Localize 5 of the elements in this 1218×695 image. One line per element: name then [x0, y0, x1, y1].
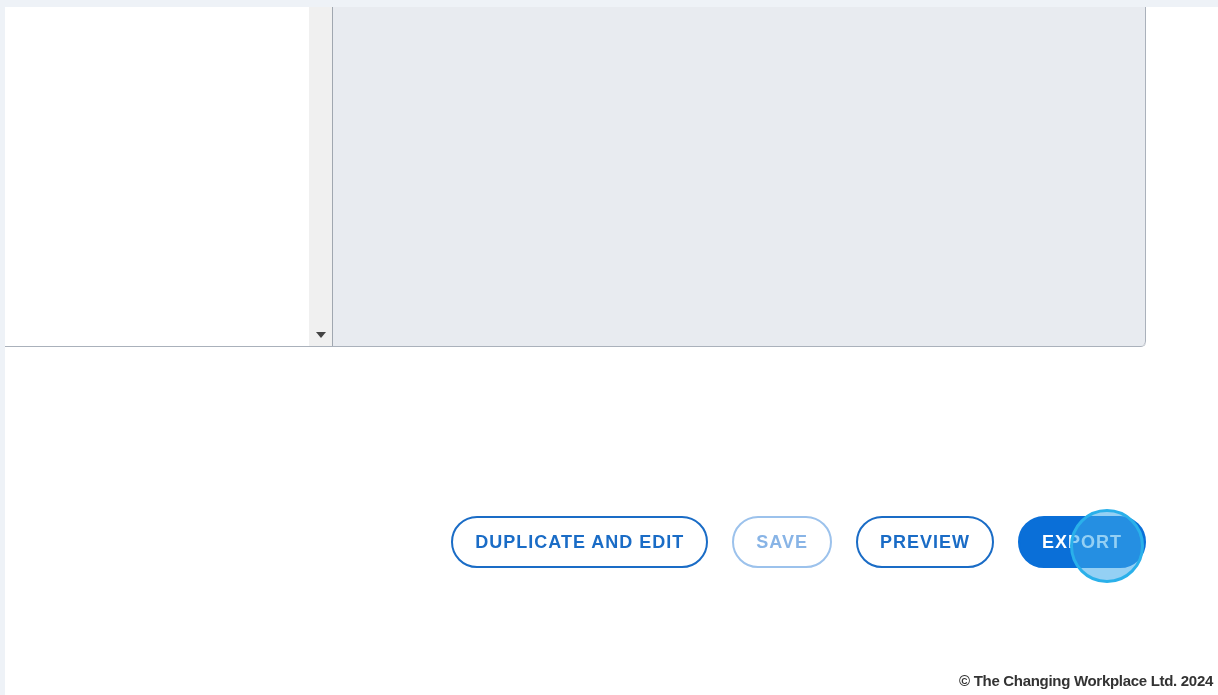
scrollbar[interactable] [309, 7, 333, 346]
outline-button[interactable]: PREVIEW [855, 516, 994, 568]
copyright-text: © The Changing Workplace Ltd. 2024 [959, 672, 1215, 691]
outline-button[interactable]: DUPLICATE AND EDIT [451, 516, 709, 568]
scroll-down-icon[interactable] [315, 332, 326, 338]
